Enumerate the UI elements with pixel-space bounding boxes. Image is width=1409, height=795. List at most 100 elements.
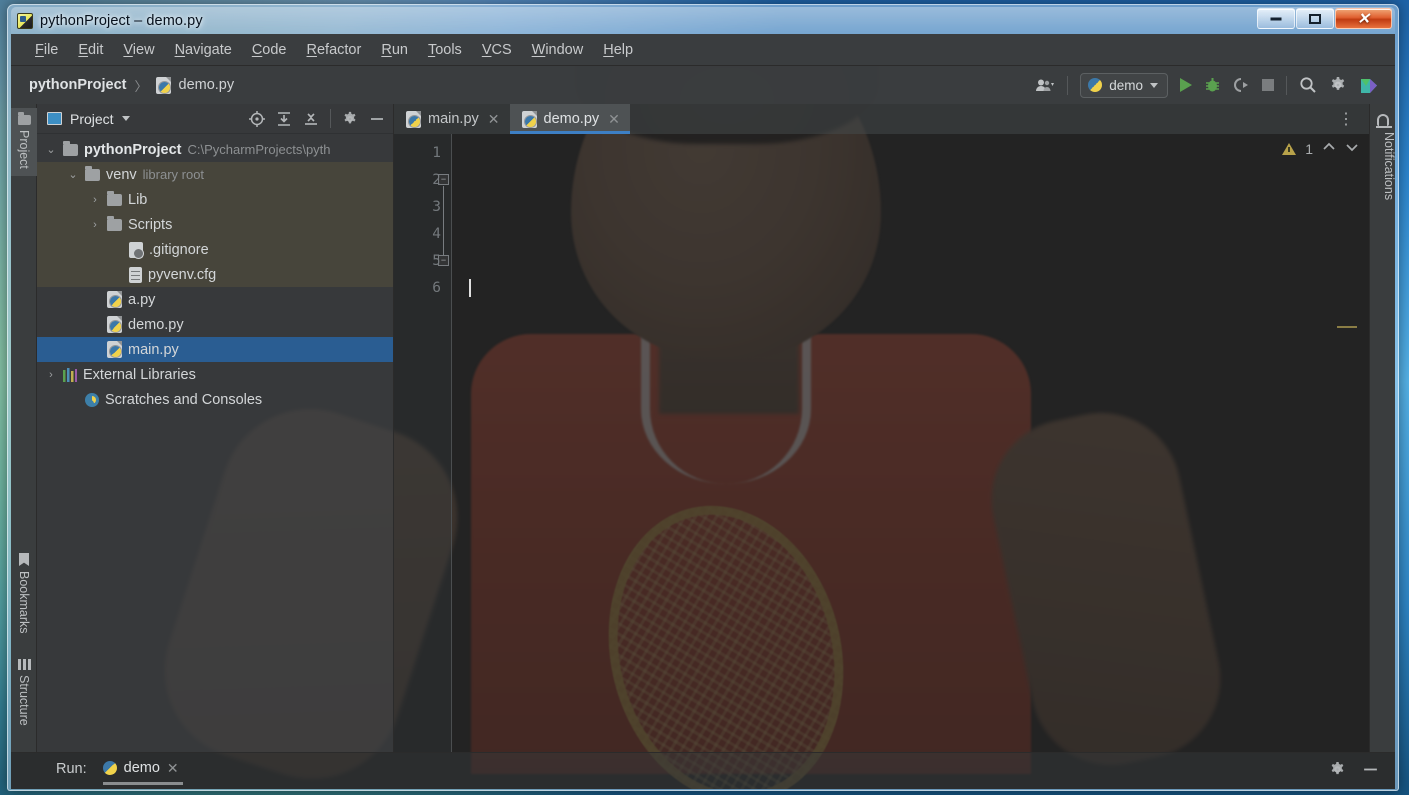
gear-icon[interactable] xyxy=(1329,76,1347,94)
menu-bar: File Edit View Navigate Code Refactor Run Tools… xyxy=(11,34,1395,66)
editor-column: main.py ✕ demo.py ✕ ⋮ 1 2 3 4 5 6− − 1 xyxy=(394,104,1369,752)
menu-item-edit[interactable]: Edit xyxy=(68,39,113,61)
hide-run-window-icon[interactable] xyxy=(1362,761,1379,778)
folder-icon xyxy=(107,215,122,231)
run-session-name: demo xyxy=(123,760,160,776)
chevron-down-icon xyxy=(1150,82,1158,88)
close-button[interactable]: ✕ xyxy=(1335,8,1392,29)
run-with-coverage-button[interactable] xyxy=(1233,77,1250,94)
chevron-icon[interactable]: › xyxy=(89,194,101,206)
external-libraries-icon xyxy=(63,367,77,382)
editor-tab-bar: main.py ✕ demo.py ✕ ⋮ xyxy=(394,104,1369,134)
tree-item-label: a.py xyxy=(128,291,156,308)
window-controls: ✕ xyxy=(1257,8,1392,29)
tree-item-lib[interactable]: › Lib xyxy=(37,187,393,212)
tree-item-label: External Libraries xyxy=(83,366,196,383)
run-console-output[interactable]: C:\PycharmProjects\pythonProject\venv\Sc… xyxy=(83,785,1395,789)
close-tab-icon[interactable]: ✕ xyxy=(608,111,620,128)
fold-marker-open[interactable]: − xyxy=(438,174,449,185)
close-tab-icon[interactable]: ✕ xyxy=(488,111,500,128)
maximize-button[interactable] xyxy=(1296,8,1334,29)
run-configuration-selector[interactable]: demo xyxy=(1080,72,1168,98)
run-actions-column-2 xyxy=(47,785,83,789)
project-settings-gear-icon[interactable] xyxy=(342,111,358,127)
run-settings-gear-icon[interactable] xyxy=(1329,761,1346,778)
tree-item-demo-py[interactable]: demo.py xyxy=(37,312,393,337)
fold-region-line xyxy=(443,186,444,256)
tree-item-main-py[interactable]: main.py xyxy=(37,337,393,362)
menu-item-code[interactable]: Code xyxy=(242,39,297,61)
code-content[interactable] xyxy=(451,134,1369,752)
tree-item-scripts[interactable]: › Scripts xyxy=(37,212,393,237)
menu-item-refactor[interactable]: Refactor xyxy=(297,39,372,61)
menu-item-vcs[interactable]: VCS xyxy=(472,39,522,61)
expand-all-icon[interactable] xyxy=(276,111,292,127)
toolbox-icon[interactable] xyxy=(1359,76,1379,95)
editor-scrollbar-marker xyxy=(1337,326,1357,328)
collapse-all-icon[interactable] xyxy=(303,111,319,127)
tree-item-label: pyvenv.cfg xyxy=(148,266,217,283)
breadcrumb-project[interactable]: pythonProject xyxy=(29,77,126,93)
chevron-icon[interactable]: ⌄ xyxy=(67,168,79,181)
rail-label-notifications[interactable]: Notifications xyxy=(1370,132,1395,200)
menu-item-run[interactable]: Run xyxy=(371,39,418,61)
tree-item-a-py[interactable]: a.py xyxy=(37,287,393,312)
minimize-button[interactable] xyxy=(1257,8,1295,29)
tree-item-gitignore[interactable]: .gitignore xyxy=(37,237,393,262)
project-tree[interactable]: ⌄ pythonProject C:\PycharmProjects\pyth ⌄ ve… xyxy=(37,134,393,752)
navigation-bar: pythonProject 〉 demo.py demo xyxy=(11,66,1395,104)
chevron-icon[interactable]: ⌄ xyxy=(45,143,57,156)
previous-problem-icon[interactable] xyxy=(1322,140,1336,157)
stop-button[interactable] xyxy=(1262,79,1274,91)
debug-button[interactable] xyxy=(1204,77,1221,94)
editor-gutter: 1 2 3 4 5 6− − xyxy=(394,134,451,752)
code-editor[interactable]: 1 2 3 4 5 6− − 1 xyxy=(394,134,1369,752)
editor-tab-demo-py[interactable]: demo.py ✕ xyxy=(509,104,631,134)
menu-item-tools[interactable]: Tools xyxy=(418,39,472,61)
rail-tab-structure[interactable]: Structure xyxy=(11,652,37,733)
rail-tab-project[interactable]: Project xyxy=(11,108,37,176)
bookmark-icon xyxy=(19,553,29,566)
tree-item-scratches-and-consoles[interactable]: Scratches and Consoles xyxy=(37,387,393,412)
close-run-tab-icon[interactable]: ✕ xyxy=(167,760,179,777)
text-caret xyxy=(469,279,471,297)
next-problem-icon[interactable] xyxy=(1345,140,1359,157)
inspection-widget[interactable]: 1 xyxy=(1282,140,1359,157)
notifications-bell-icon[interactable] xyxy=(1376,114,1392,128)
scroll-from-source-icon[interactable] xyxy=(249,110,265,127)
menu-item-help[interactable]: Help xyxy=(593,39,643,61)
python-file-icon xyxy=(406,110,421,128)
run-button[interactable] xyxy=(1180,78,1192,92)
menu-item-file[interactable]: File xyxy=(25,39,68,61)
chevron-icon[interactable]: › xyxy=(89,219,101,231)
menu-item-view[interactable]: View xyxy=(113,39,164,61)
tree-item-venv[interactable]: ⌄ venv library root xyxy=(37,162,393,187)
menu-item-navigate[interactable]: Navigate xyxy=(165,39,242,61)
pycharm-app-icon xyxy=(17,12,33,29)
window-title: pythonProject – demo.py xyxy=(40,12,203,29)
project-tool-window: Project ⌄ pythonProject C:\PycharmProjec… xyxy=(37,104,394,752)
breadcrumb-file[interactable]: demo.py xyxy=(179,77,235,93)
run-window-body: C:\PycharmProjects\pythonProject\venv\Sc… xyxy=(11,785,1395,789)
account-icon[interactable] xyxy=(1035,78,1055,93)
hide-panel-icon[interactable] xyxy=(369,111,385,127)
python-run-icon xyxy=(102,761,117,775)
tree-item-pythonproject[interactable]: ⌄ pythonProject C:\PycharmProjects\pyth xyxy=(37,137,393,162)
fold-marker-close[interactable]: − xyxy=(438,255,449,266)
menu-item-window[interactable]: Window xyxy=(522,39,594,61)
run-session-tab[interactable]: demo ✕ xyxy=(97,756,189,785)
editor-tab-options-icon[interactable]: ⋮ xyxy=(1324,104,1369,134)
python-config-icon xyxy=(1088,78,1103,92)
project-view-chevron-icon[interactable] xyxy=(121,116,130,121)
rail-label-structure: Structure xyxy=(17,675,31,726)
tree-item-external-libraries[interactable]: › External Libraries xyxy=(37,362,393,387)
ide-root: File Edit View Navigate Code Refactor Run Tools… xyxy=(11,34,1395,789)
project-toolbar-divider xyxy=(330,109,331,128)
editor-tab-main-py[interactable]: main.py ✕ xyxy=(394,104,510,134)
tree-item-pyvenv-cfg[interactable]: pyvenv.cfg xyxy=(37,262,393,287)
rail-tab-bookmarks[interactable]: Bookmarks xyxy=(11,546,37,641)
chevron-icon[interactable]: › xyxy=(45,369,57,381)
tree-item-label: Scratches and Consoles xyxy=(105,391,263,408)
search-icon[interactable] xyxy=(1299,76,1317,94)
